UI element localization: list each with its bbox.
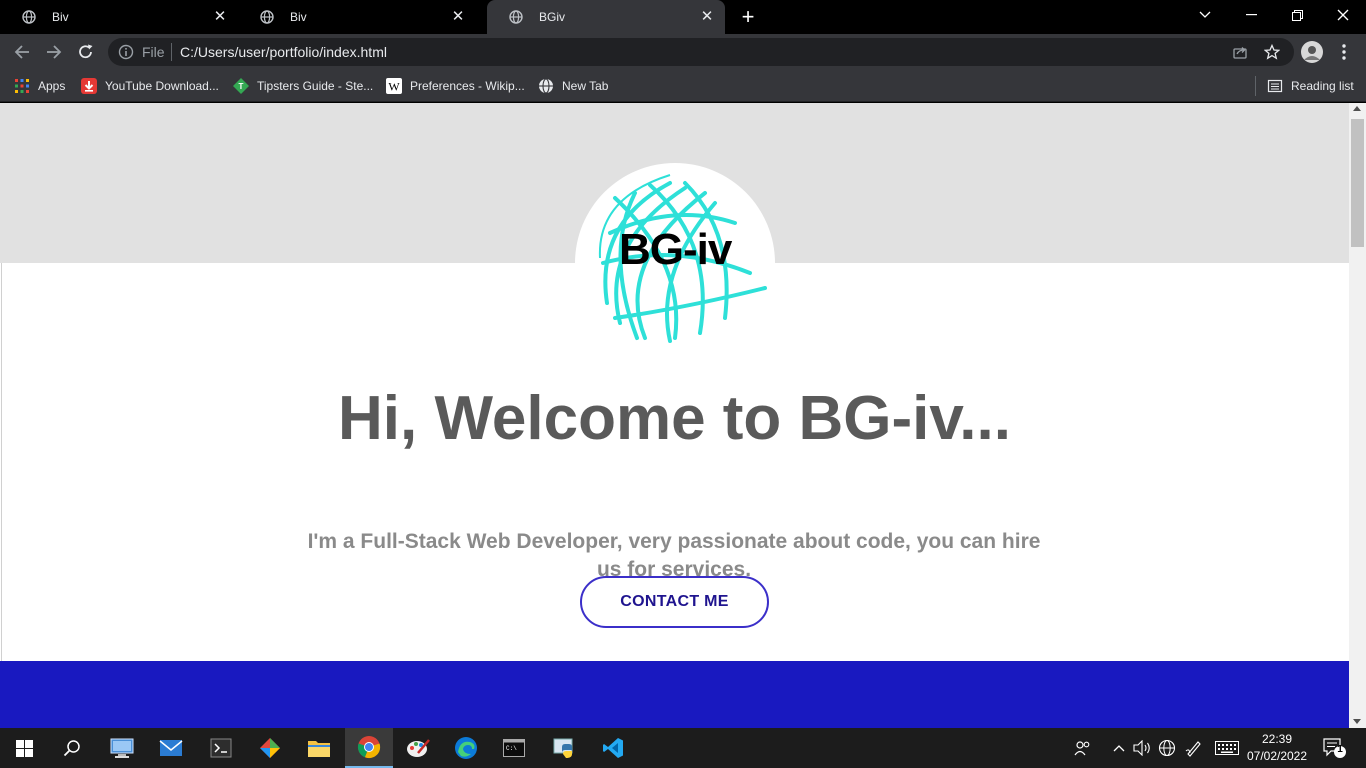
bookmark-label: Apps [38,79,66,93]
bookmark-star-icon[interactable] [1258,38,1286,66]
close-tab-icon[interactable]: ✕ [699,9,715,25]
search-icon[interactable] [48,728,96,768]
bookmark-youtube-download[interactable]: YouTube Download... [81,76,219,96]
tab-1[interactable]: Biv ✕ [0,0,238,34]
clock-date: 07/02/2022 [1246,749,1308,763]
chrome-taskbar-icon[interactable] [345,728,393,768]
bookmark-preferences-wikipedia[interactable]: W Preferences - Wikip... [386,76,525,96]
browser-titlebar: Biv ✕ Biv ✕ BGiv ✕ + [0,0,1366,34]
restore-button[interactable] [1274,0,1320,30]
tab-title: BGiv [539,10,566,24]
divider [171,43,172,61]
pen-icon[interactable] [1184,738,1204,758]
windows-taskbar: C:\ 22:39 07/02/2022 1 [0,728,1366,768]
menu-kebab-icon[interactable] [1330,38,1358,66]
tab-2[interactable]: Biv ✕ [238,0,476,34]
globe-icon [260,10,274,24]
edge-icon[interactable] [442,728,490,768]
svg-text:C:\: C:\ [506,745,517,752]
close-window-button[interactable] [1320,0,1366,30]
python-icon[interactable] [540,728,588,768]
share-icon[interactable] [1226,38,1254,66]
logo-text: BG-iv [619,225,732,274]
chevron-up-icon[interactable] [1109,738,1129,758]
wikipedia-icon: W [386,78,402,94]
taskbar-clock[interactable]: 22:39 07/02/2022 [1240,731,1314,765]
git-icon[interactable] [246,728,294,768]
bookmark-label: New Tab [562,79,609,93]
scroll-down-arrow-icon[interactable] [1353,719,1361,724]
notification-count: 1 [1337,744,1343,755]
network-globe-icon[interactable] [1157,738,1177,758]
tab-3-active[interactable]: BGiv ✕ [487,0,725,34]
reading-list-icon [1267,78,1283,94]
minimize-button[interactable] [1228,0,1274,30]
forward-arrow-icon[interactable] [40,38,68,66]
keyboard-icon[interactable] [1214,738,1240,758]
notification-center-icon[interactable]: 1 [1322,736,1348,760]
info-icon[interactable] [118,44,134,60]
address-bar[interactable]: File C:/Users/user/portfolio/index.html [108,38,1294,66]
bookmark-label: YouTube Download... [105,79,219,93]
bookmarks-bar: Apps YouTube Download... T Tipsters Guid… [0,70,1366,102]
start-button[interactable] [0,728,48,768]
bookmark-label: Preferences - Wikip... [410,79,525,93]
tab-title: Biv [52,10,69,24]
close-tab-icon[interactable]: ✕ [450,9,466,25]
profile-avatar[interactable] [1298,38,1326,66]
globe-icon [22,10,36,24]
globe-icon [538,78,554,94]
url-text[interactable]: C:/Users/user/portfolio/index.html [180,44,387,60]
divider [1255,76,1256,96]
windows-logo-icon [15,739,33,757]
svg-text:W: W [388,80,400,94]
page-viewport: BG-iv Hi, Welcome to BG-iv... I'm a Full… [0,103,1349,728]
scroll-thumb[interactable] [1351,119,1364,247]
people-icon[interactable] [1073,738,1093,758]
download-icon [81,78,97,94]
close-tab-icon[interactable]: ✕ [212,9,228,25]
page-headline: Hi, Welcome to BG-iv... [338,384,1011,453]
page-scrollbar[interactable] [1349,103,1366,728]
back-arrow-icon[interactable] [8,38,36,66]
volume-icon[interactable] [1132,738,1152,758]
clock-time: 22:39 [1261,732,1293,746]
site-logo: BG-iv [575,163,775,363]
bookmark-label: Tipsters Guide - Ste... [257,79,374,93]
paint-icon[interactable] [394,728,442,768]
cmd-icon[interactable]: C:\ [490,728,538,768]
file-explorer-icon[interactable] [295,728,343,768]
tipsters-icon: T [233,78,249,94]
globe-icon [509,10,523,24]
new-tab-button[interactable]: + [736,6,760,28]
this-pc-icon[interactable] [98,728,146,768]
reading-list-label: Reading list [1291,79,1354,93]
tab-title: Biv [290,10,307,24]
svg-text:T: T [239,82,244,91]
bookmark-tipsters-guide[interactable]: T Tipsters Guide - Ste... [233,76,373,96]
contact-me-button[interactable]: CONTACT ME [580,576,769,628]
bookmark-new-tab[interactable]: New Tab [538,76,608,96]
bookmark-apps[interactable]: Apps [14,76,65,96]
scheme-label: File [142,44,165,60]
apps-grid-icon [14,78,30,94]
tab-search-icon[interactable] [1182,0,1228,30]
scroll-up-arrow-icon[interactable] [1353,106,1361,111]
browser-toolbar: File C:/Users/user/portfolio/index.html [0,34,1366,70]
vscode-icon[interactable] [589,728,637,768]
reload-icon[interactable] [72,38,100,66]
blue-section [0,661,1349,728]
terminal-icon[interactable] [197,728,245,768]
reading-list-button[interactable]: Reading list [1267,76,1354,96]
mail-icon[interactable] [147,728,195,768]
